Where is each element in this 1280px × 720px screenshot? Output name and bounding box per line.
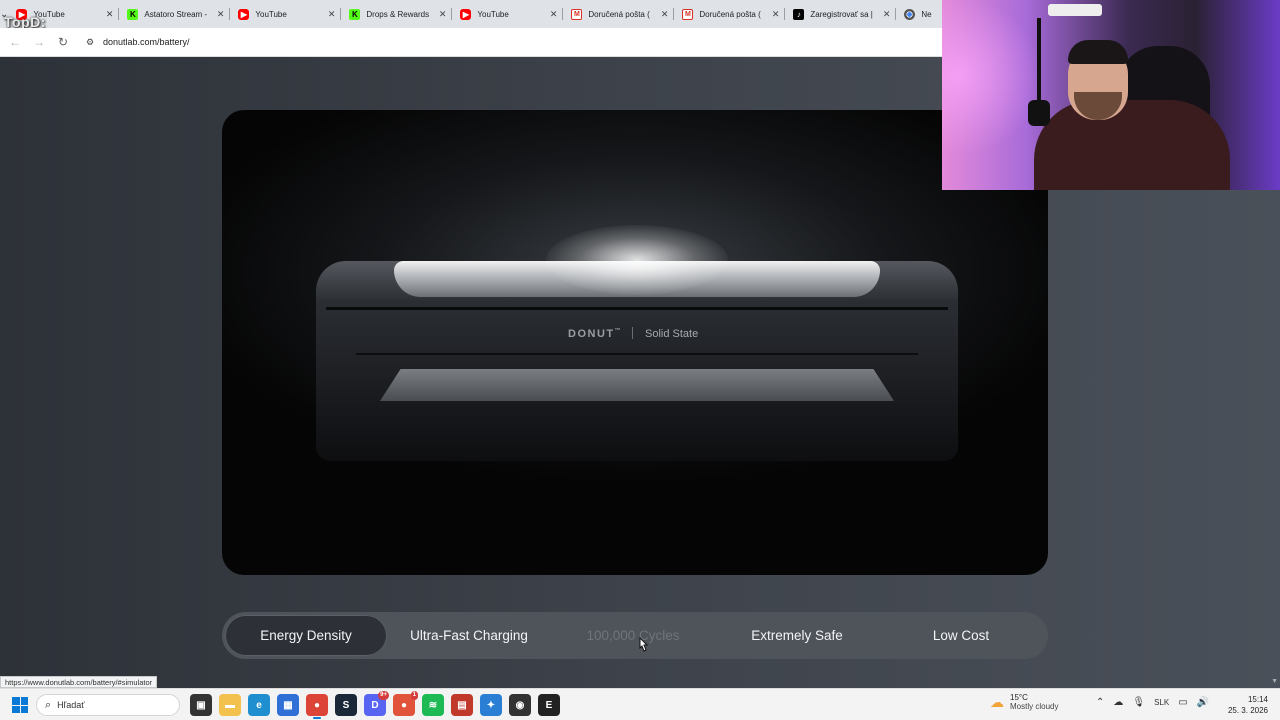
url-field[interactable]: donutlab.com/battery/ (103, 37, 190, 47)
feature-tab[interactable]: Energy Density (225, 615, 387, 656)
browser-tab[interactable]: M Doručená pošta ( ✕ (563, 0, 675, 28)
weather-desc: Mostly cloudy (1010, 702, 1059, 711)
yt-favicon-icon: ▶ (460, 8, 472, 20)
tab-label: YouTube (255, 9, 287, 19)
tab-label: Zaregistrovať sa | (810, 9, 873, 19)
feature-tab[interactable]: 100,000 Cycles (551, 615, 715, 656)
browser-tab[interactable]: M Doručená pošta ( ✕ (674, 0, 786, 28)
microphone-icon[interactable]: 🎙 (1132, 697, 1145, 708)
browser-tab[interactable]: K Drops & Rewards ✕ (341, 0, 453, 28)
brand-divider (632, 327, 633, 339)
taskbar-apps: ▣ ▬ e ▦ ● S D 9+ ● 1 ≋ ▤ ✦ ◉ E (190, 691, 560, 719)
tab-close-icon[interactable]: ✕ (217, 9, 225, 20)
volume-icon[interactable]: 🔊 (1197, 697, 1209, 708)
weather-temp: 15°C (1010, 693, 1028, 702)
browser-tab[interactable]: ▶ YouTube ✕ (452, 0, 564, 28)
battery-illustration: DONUT™ Solid State (316, 225, 958, 461)
tab-close-icon[interactable]: ✕ (328, 9, 336, 20)
language-indicator[interactable]: SLK (1154, 698, 1169, 707)
yt-favicon-icon: ▶ (238, 8, 250, 20)
chevron-up-icon[interactable]: ⌃ (1096, 697, 1104, 708)
network-icon[interactable]: ▭ (1178, 697, 1187, 708)
forward-icon[interactable]: → (27, 30, 51, 54)
browser-tab[interactable]: ▶ YouTube ✕ (230, 0, 342, 28)
obs-icon[interactable]: ◉ (509, 694, 531, 716)
site-info-icon[interactable]: ⚙ (81, 37, 99, 48)
weather-widget[interactable]: ☁ 15°C Mostly cloudy (990, 693, 1058, 711)
cloud-icon[interactable]: ☁ (1113, 697, 1123, 708)
tab-label: Astatoro Stream - (144, 9, 208, 19)
kick-favicon-icon: K (127, 8, 139, 20)
browser-tab-bar: ⌄ ▶ YouTube ✕ K Astatoro Stream - ✕ ▶ YouTube ✕ K… (0, 0, 1008, 28)
tab-close-icon[interactable]: ✕ (106, 9, 114, 20)
tab-close-icon[interactable]: ✕ (661, 9, 669, 20)
kick-favicon-icon: K (349, 8, 361, 20)
webcam-overlay (942, 0, 1280, 190)
feature-tab[interactable]: Low Cost (879, 615, 1043, 656)
windows-taskbar: ⌕ Hľadať ▣ ▬ e ▦ ● S D 9+ ● 1 ≋ ▤ ✦ ◉ E ☁ 15°C Mostly … (0, 688, 1280, 720)
tab-close-icon[interactable]: ✕ (550, 9, 558, 20)
reload-icon[interactable]: ↻ (51, 30, 75, 54)
feature-tab-bar: Energy Density Ultra-Fast Charging 100,000… (222, 612, 1048, 659)
tab-label: Doručená pošta ( (588, 9, 650, 19)
tab-label: YouTube (477, 9, 509, 19)
steam-icon[interactable]: S (335, 694, 357, 716)
chrome-icon[interactable]: ● (306, 694, 328, 719)
tiktok-favicon-icon: ♪ (793, 8, 805, 20)
cloud-sun-icon: ☁ (990, 693, 1004, 710)
feature-tab[interactable]: Ultra-Fast Charging (387, 615, 551, 656)
tab-label: Drops & Rewards (366, 9, 430, 19)
gmail-favicon-icon: M (571, 8, 583, 20)
notification-badge: 1 (410, 691, 418, 700)
media-app-icon[interactable]: ▤ (451, 694, 473, 716)
search-placeholder: Hľadať (57, 700, 85, 710)
tab-close-icon[interactable]: ✕ (439, 9, 447, 20)
battery-brand-label: DONUT™ (568, 328, 623, 340)
clock[interactable]: 15:14 25. 3. 2026 (1228, 694, 1268, 716)
store-icon[interactable]: ▦ (277, 694, 299, 716)
discord-icon[interactable]: D 9+ (364, 691, 389, 716)
address-bar: ← → ↻ ⚙ donutlab.com/battery/ (0, 28, 942, 57)
feature-tab[interactable]: Extremely Safe (715, 615, 879, 656)
scroll-down-icon[interactable]: ▼ (1271, 678, 1278, 685)
back-icon[interactable]: ← (3, 30, 27, 54)
app-badge-icon[interactable]: ● 1 (393, 691, 418, 716)
system-tray: ⌃ ☁ 🎙 SLK ▭ 🔊 (1096, 697, 1209, 708)
epic-games-icon[interactable]: E (538, 694, 560, 716)
browser-tab[interactable]: K Astatoro Stream - ✕ (119, 0, 231, 28)
battery-hero-image: DONUT™ Solid State (222, 110, 1048, 575)
start-button[interactable] (12, 697, 28, 713)
status-link-preview: https://www.donutlab.com/battery/#simula… (0, 676, 158, 688)
chrome-favicon-icon (904, 8, 916, 20)
taskbar-search[interactable]: ⌕ Hľadať (36, 694, 180, 716)
photos-icon[interactable]: ✦ (480, 694, 502, 716)
clock-date: 25. 3. 2026 (1227, 706, 1268, 715)
tab-close-icon[interactable]: ✕ (772, 9, 780, 20)
file-explorer-icon[interactable]: ▬ (219, 694, 241, 716)
tab-close-icon[interactable]: ✕ (883, 9, 891, 20)
edge-icon[interactable]: e (248, 694, 270, 716)
mouse-cursor-icon (639, 637, 649, 652)
task-view-icon[interactable]: ▣ (190, 694, 212, 716)
search-icon: ⌕ (45, 698, 52, 711)
battery-model-label: Solid State (645, 328, 699, 340)
notification-badge: 9+ (378, 691, 389, 700)
browser-tab[interactable]: ♪ Zaregistrovať sa | ✕ (785, 0, 897, 28)
clock-time: 15:14 (1247, 695, 1268, 704)
spotify-icon[interactable]: ≋ (422, 694, 444, 716)
gmail-favicon-icon: M (682, 8, 694, 20)
tab-label: Doručená pošta ( (699, 9, 761, 19)
